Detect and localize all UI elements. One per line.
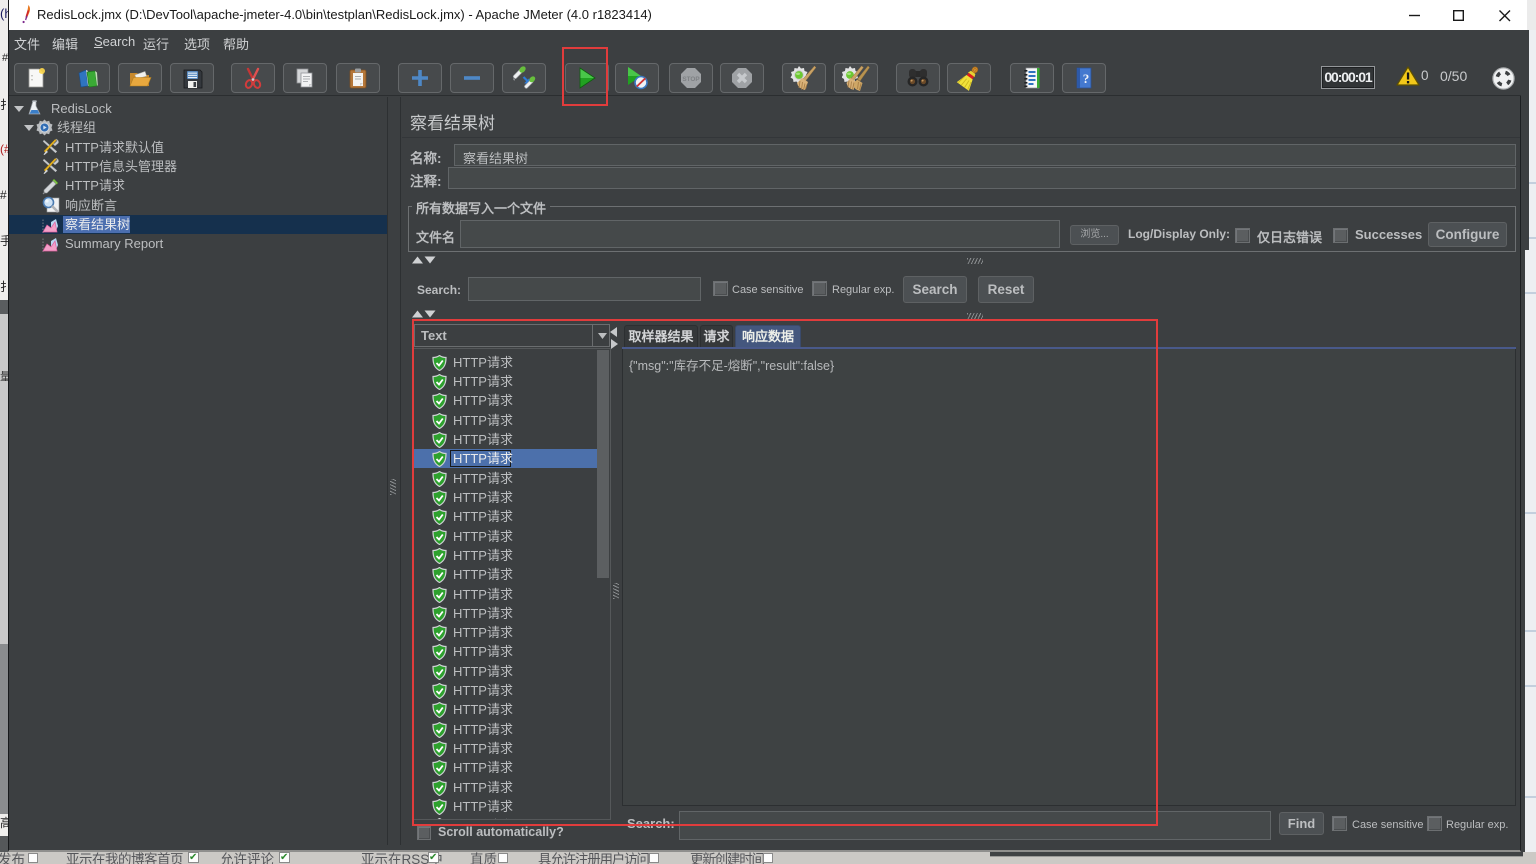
- svg-text:STOP: STOP: [682, 76, 700, 83]
- svg-text:?: ?: [1083, 71, 1090, 86]
